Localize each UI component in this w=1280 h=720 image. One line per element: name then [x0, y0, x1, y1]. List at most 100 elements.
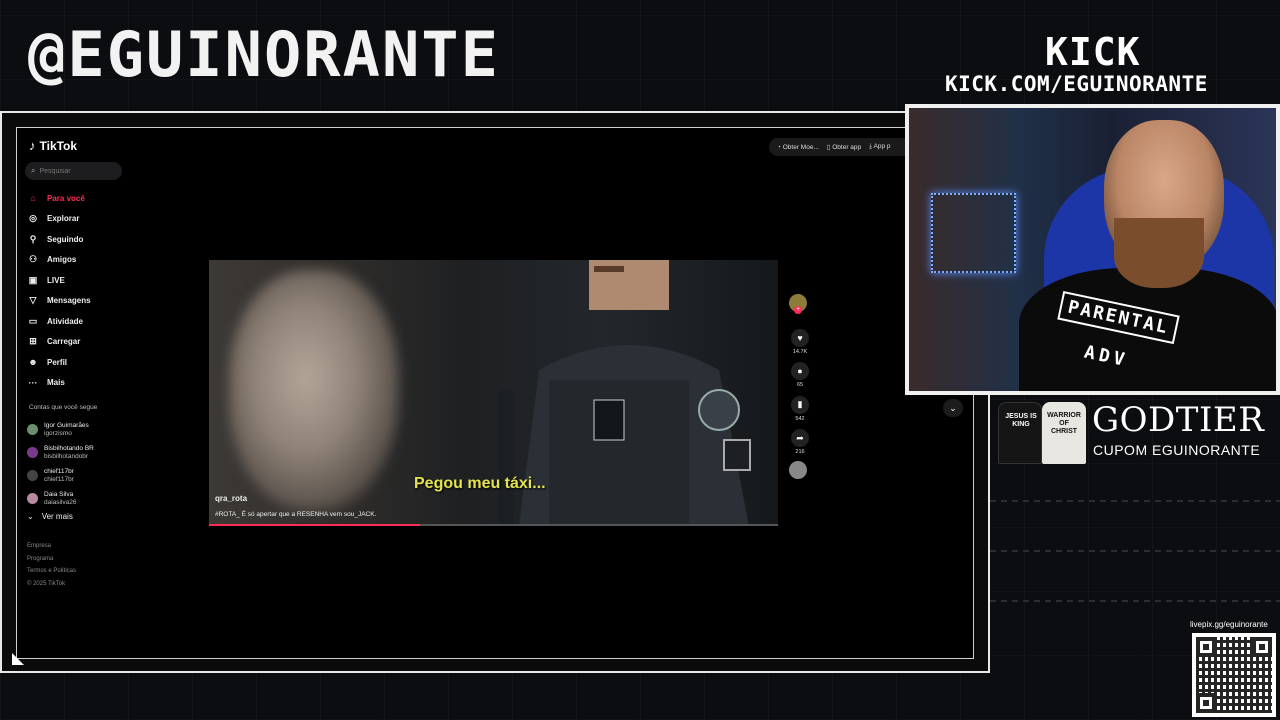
sponsor-brand: GODTIER [1092, 400, 1265, 440]
nav-label: Amigos [47, 255, 77, 265]
video-actions: ♥ 14.7K ● 65 ▮542 ➦ 216 [789, 294, 811, 479]
corner-arrow-icon [12, 653, 24, 665]
chevron-down-icon: ⌄ [949, 402, 957, 413]
live-icon: ▣ [28, 274, 38, 285]
upload-icon: ⊞ [29, 336, 37, 347]
video-author[interactable]: qra_rota [215, 494, 247, 503]
video-progress-bar[interactable] [209, 524, 778, 526]
following-name: chief117br [44, 467, 74, 475]
video-caption: #ROTA_ É só apertar que a RESENHA vem so… [215, 511, 377, 518]
following-list: Igor Guimarães igorzismo Bisbilhotando BR… [27, 418, 94, 521]
nav-item-carregar[interactable]: ⊞ Carregar [27, 332, 91, 353]
webcam-feed: PARENTAL ADV [905, 104, 1280, 395]
compass-icon: ◎ [29, 213, 37, 224]
nav-item-live[interactable]: ▣ LIVE [27, 270, 91, 291]
nav-item-atividade[interactable]: ▭ Atividade [27, 311, 91, 332]
sponsor-coupon: CUPOM EGUINORANTE [1093, 442, 1261, 458]
tiktok-logo[interactable]: ♪ TikTok [29, 138, 77, 153]
following-item[interactable]: chief117br chief117br [27, 464, 94, 487]
comment-button[interactable]: ● 65 [789, 361, 811, 388]
donation-url: livepix.gg/eguinorante [1190, 620, 1268, 629]
get-app-button[interactable]: ▯ Obter app [827, 143, 861, 151]
tiktok-logo-text: TikTok [39, 138, 78, 153]
like-count: 14.7K [792, 349, 808, 355]
tiktok-note-icon: ♪ [29, 138, 36, 153]
search-input[interactable] [39, 167, 110, 175]
video-player[interactable]: Pegou meu táxi... qra_rota #ROTA_ É só a… [209, 260, 778, 526]
following-user: igorzismo [44, 429, 72, 437]
nav-label: Mais [47, 378, 65, 388]
nav-label: LIVE [47, 275, 65, 285]
see-more-label: Ver mais [41, 512, 73, 521]
nav-label: Perfil [47, 357, 68, 367]
qr-code [1192, 633, 1276, 717]
like-button[interactable]: ♥ 14.7K [789, 328, 811, 355]
following-item[interactable]: Bisbilhotando BR bisbilhotandobr [27, 441, 94, 464]
nav-item-para-voce[interactable]: ⌂ Para você [27, 188, 91, 209]
more-icon: ··· [28, 377, 38, 388]
avatar [27, 424, 38, 435]
get-coins-label: Obter Moe... [782, 143, 819, 151]
friends-icon: ⚇ [28, 254, 38, 265]
tiktok-window: ♪ TikTok ⌕ ⌂ Para você ◎ Explorar ⚲ Seguind… [16, 127, 974, 659]
footer-links: Empresa Programa Termos e Políticas © 20… [27, 540, 76, 590]
following-user: daiasilva26 [44, 498, 77, 506]
comment-count: 65 [796, 382, 804, 388]
share-count: 216 [795, 449, 805, 455]
tshirt-white-text: WARRIOR OF CHRIST [1047, 412, 1081, 435]
bookmark-count: 542 [795, 415, 805, 422]
sidebar-nav: ⌂ Para você ◎ Explorar ⚲ Seguindo ⚇ Amigos ▣… [27, 188, 91, 394]
share-button[interactable]: ➦ 216 [789, 428, 811, 455]
video-subtitle: Pegou meu táxi... [414, 475, 546, 492]
nav-label: Explorar [47, 214, 80, 224]
nav-item-mensagens[interactable]: ▽ Mensagens [27, 291, 91, 312]
search-bar[interactable]: ⌕ [25, 162, 122, 180]
nav-item-amigos[interactable]: ⚇ Amigos [27, 250, 91, 271]
nav-label: Mensagens [47, 296, 91, 306]
heart-icon: ♥ [791, 329, 809, 347]
get-coins-button[interactable]: ◔ Obter Moe... [777, 144, 819, 151]
nav-label: Carregar [47, 337, 81, 347]
footer-link[interactable]: Empresa [27, 540, 76, 553]
tshirt-black-text: JESUS IS KING [1005, 413, 1037, 428]
nav-item-seguindo[interactable]: ⚲ Seguindo [27, 229, 91, 250]
see-more-button[interactable]: ⌄ Ver mais [27, 512, 94, 521]
creator-avatar[interactable] [789, 294, 807, 314]
qr-eye [1252, 637, 1272, 657]
blurred-face [229, 270, 399, 510]
channel-handle: @EGUINORANTE [28, 18, 500, 91]
next-video-button[interactable]: ⌄ [943, 399, 963, 417]
nav-item-explorar[interactable]: ◎ Explorar [27, 209, 91, 230]
kick-logo: KICK [1045, 30, 1141, 74]
bookmark-button[interactable]: ▮ 542 [789, 394, 811, 422]
music-disc-icon[interactable] [789, 461, 807, 479]
nav-item-perfil[interactable]: ☻ Perfil [27, 352, 91, 373]
nav-label: Para você [47, 193, 85, 203]
search-icon: ⌕ [31, 166, 36, 175]
get-app-label: Obter app [832, 144, 862, 151]
following-user: chief117br [44, 475, 74, 483]
qr-eye [1196, 693, 1216, 713]
avatar [27, 470, 38, 481]
nav-label: Seguindo [47, 234, 84, 244]
following-item[interactable]: Igor Guimarães igorzismo [27, 418, 94, 441]
share-icon: ➦ [791, 429, 809, 447]
desktop-app-button[interactable]: ⤓ App p [869, 143, 890, 151]
copyright: © 2025 TikTok [27, 580, 66, 587]
messages-icon: ▽ [29, 295, 37, 306]
footer-link[interactable]: Programa [27, 553, 76, 566]
comment-icon: ● [791, 362, 809, 380]
desktop-app-label: App p [873, 143, 891, 150]
tshirt-black: JESUS IS KING [998, 402, 1042, 464]
progress-fill [209, 524, 420, 526]
following-name: Daia Silva [44, 490, 74, 498]
tshirt-white: WARRIOR OF CHRIST [1042, 402, 1086, 464]
following-icon: ⚲ [29, 233, 37, 244]
streamer-beard [1114, 218, 1204, 288]
nav-item-mais[interactable]: ··· Mais [27, 373, 91, 394]
footer-link[interactable]: Termos e Políticas [27, 565, 76, 578]
following-title: Contas que você segue [29, 404, 98, 411]
kick-url: KICK.COM/EGUINORANTE [945, 72, 1208, 96]
activity-icon: ▭ [28, 315, 38, 326]
following-item[interactable]: Daia Silva daiasilva26 [27, 487, 94, 510]
